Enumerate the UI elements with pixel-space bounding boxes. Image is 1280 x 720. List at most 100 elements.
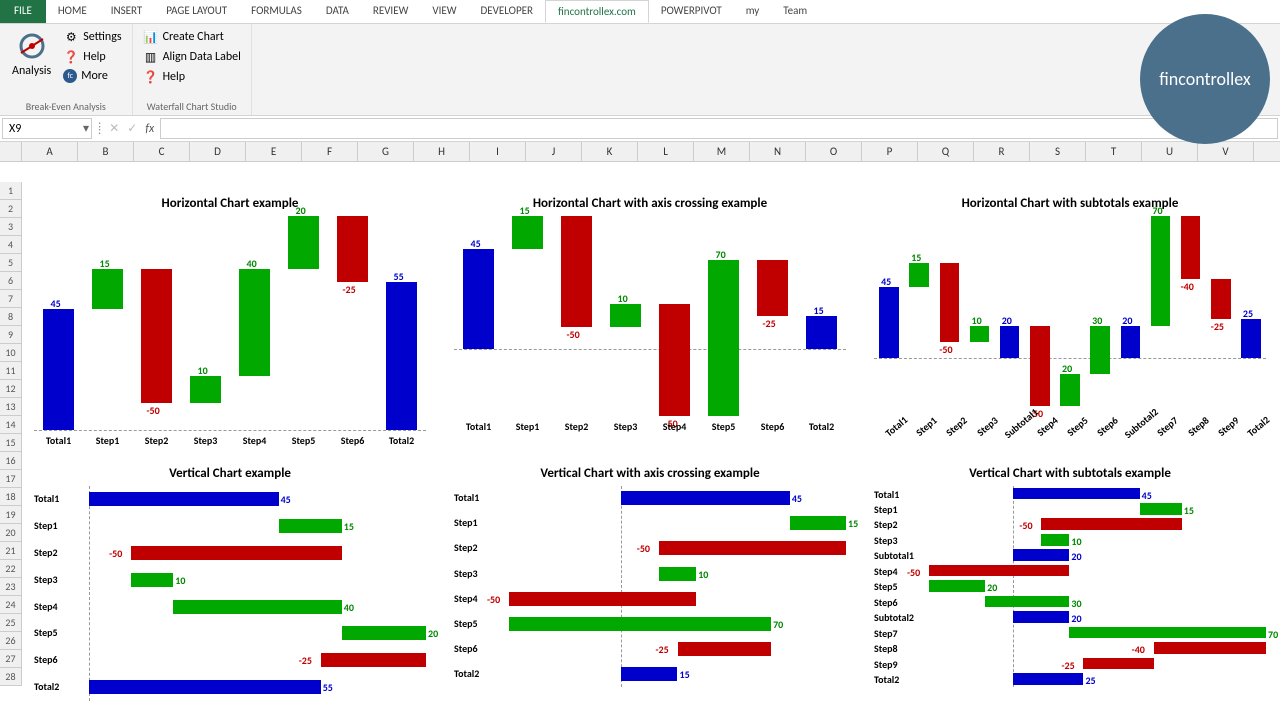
tab-team[interactable]: Team <box>771 0 819 23</box>
col-header-S[interactable]: S <box>1030 142 1086 161</box>
tab-page-layout[interactable]: PAGE LAYOUT <box>154 0 239 23</box>
col-header-N[interactable]: N <box>750 142 806 161</box>
col-header-V[interactable]: V <box>1198 142 1254 161</box>
chart-c4[interactable]: Vertical Chart exampleTotal145Step115Ste… <box>30 466 430 701</box>
select-all-corner[interactable] <box>0 142 22 161</box>
col-header-B[interactable]: B <box>78 142 134 161</box>
tab-my[interactable]: my <box>734 0 772 23</box>
name-box[interactable]: X9▾ <box>2 118 92 139</box>
row-header-25[interactable]: 25 <box>0 614 22 632</box>
row-header-14[interactable]: 14 <box>0 416 22 434</box>
help-button-2[interactable]: ❓Help <box>141 68 243 86</box>
chart-c1[interactable]: Horizontal Chart example4515-50104020-25… <box>30 196 430 446</box>
col-header-L[interactable]: L <box>638 142 694 161</box>
row-header-26[interactable]: 26 <box>0 632 22 650</box>
cancel-icon[interactable]: ✕ <box>109 121 119 136</box>
tab-fincontrollex[interactable]: fincontrollex.com <box>545 0 649 23</box>
row-header-24[interactable]: 24 <box>0 596 22 614</box>
row-header-6[interactable]: 6 <box>0 272 22 290</box>
tab-file[interactable]: FILE <box>0 0 46 23</box>
col-header-M[interactable]: M <box>694 142 750 161</box>
tab-insert[interactable]: INSERT <box>99 0 155 23</box>
col-header-E[interactable]: E <box>246 142 302 161</box>
bar-label: 45 <box>471 237 481 250</box>
col-header-A[interactable]: A <box>22 142 78 161</box>
tab-review[interactable]: REVIEW <box>361 0 421 23</box>
tab-formulas[interactable]: FORMULAS <box>239 0 314 23</box>
analysis-button[interactable]: Analysis <box>8 28 55 84</box>
row-header-9[interactable]: 9 <box>0 326 22 344</box>
chart-c2[interactable]: Horizontal Chart with axis crossing exam… <box>450 196 850 446</box>
y-label: Step2 <box>454 541 503 554</box>
row-header-3[interactable]: 3 <box>0 218 22 236</box>
col-header-D[interactable]: D <box>190 142 246 161</box>
row-header-18[interactable]: 18 <box>0 488 22 506</box>
bar-Step2 <box>940 263 960 342</box>
x-label: Total1 <box>34 434 83 447</box>
x-label: Step5 <box>699 420 748 433</box>
row-header-23[interactable]: 23 <box>0 578 22 596</box>
chart-c5[interactable]: Vertical Chart with axis crossing exampl… <box>450 466 850 701</box>
col-header-I[interactable]: I <box>470 142 526 161</box>
row-header-16[interactable]: 16 <box>0 452 22 470</box>
col-header-H[interactable]: H <box>414 142 470 161</box>
bar-Step5 <box>288 216 320 270</box>
help-button-1[interactable]: ❓Help <box>61 48 123 66</box>
formula-input[interactable] <box>160 118 1278 139</box>
bar-Step2 <box>131 546 342 560</box>
align-icon: ▥ <box>143 49 159 65</box>
col-header-O[interactable]: O <box>806 142 862 161</box>
chevron-down-icon: ▾ <box>83 121 89 136</box>
row-header-1[interactable]: 1 <box>0 182 22 200</box>
bar-Step3 <box>610 304 642 326</box>
col-header-R[interactable]: R <box>974 142 1030 161</box>
align-data-button[interactable]: ▥Align Data Label <box>141 48 243 66</box>
row-header-19[interactable]: 19 <box>0 506 22 524</box>
row-header-21[interactable]: 21 <box>0 542 22 560</box>
row-header-17[interactable]: 17 <box>0 470 22 488</box>
row-header-11[interactable]: 11 <box>0 362 22 380</box>
col-header-J[interactable]: J <box>526 142 582 161</box>
tab-home[interactable]: HOME <box>46 0 99 23</box>
y-label: Step8 <box>874 642 923 655</box>
chart-c6[interactable]: Vertical Chart with subtotals exampleTot… <box>870 466 1270 701</box>
row-header-20[interactable]: 20 <box>0 524 22 542</box>
more-button[interactable]: fcMore <box>61 68 123 84</box>
enter-icon[interactable]: ✓ <box>127 121 137 136</box>
row-header-4[interactable]: 4 <box>0 236 22 254</box>
bar-label: 10 <box>698 568 708 581</box>
col-header-C[interactable]: C <box>134 142 190 161</box>
tab-developer[interactable]: DEVELOPER <box>469 0 545 23</box>
col-header-Q[interactable]: Q <box>918 142 974 161</box>
bar-Step2 <box>659 541 846 555</box>
y-label: Total1 <box>874 488 923 501</box>
col-header-F[interactable]: F <box>302 142 358 161</box>
chart-c3[interactable]: Horizontal Chart with subtotals example4… <box>870 196 1270 446</box>
col-header-T[interactable]: T <box>1086 142 1142 161</box>
row-header-28[interactable]: 28 <box>0 668 22 686</box>
row-header-7[interactable]: 7 <box>0 290 22 308</box>
col-header-U[interactable]: U <box>1142 142 1198 161</box>
fx-icon[interactable]: fx <box>145 122 154 136</box>
x-label: Step4 <box>650 420 699 433</box>
bar-Step8 <box>1154 642 1266 654</box>
create-chart-button[interactable]: 📊Create Chart <box>141 28 243 46</box>
row-header-5[interactable]: 5 <box>0 254 22 272</box>
row-header-22[interactable]: 22 <box>0 560 22 578</box>
row-header-10[interactable]: 10 <box>0 344 22 362</box>
tab-powerpivot[interactable]: POWERPIVOT <box>649 0 734 23</box>
tab-data[interactable]: DATA <box>314 0 361 23</box>
col-header-G[interactable]: G <box>358 142 414 161</box>
row-header-8[interactable]: 8 <box>0 308 22 326</box>
bar-Step4 <box>239 269 271 376</box>
row-header-2[interactable]: 2 <box>0 200 22 218</box>
bar-Total2 <box>1013 673 1083 685</box>
row-header-13[interactable]: 13 <box>0 398 22 416</box>
settings-button[interactable]: ⚙Settings <box>61 28 123 46</box>
col-header-K[interactable]: K <box>582 142 638 161</box>
tab-view[interactable]: VIEW <box>420 0 468 23</box>
row-header-27[interactable]: 27 <box>0 650 22 668</box>
row-header-12[interactable]: 12 <box>0 380 22 398</box>
col-header-P[interactable]: P <box>862 142 918 161</box>
row-header-15[interactable]: 15 <box>0 434 22 452</box>
